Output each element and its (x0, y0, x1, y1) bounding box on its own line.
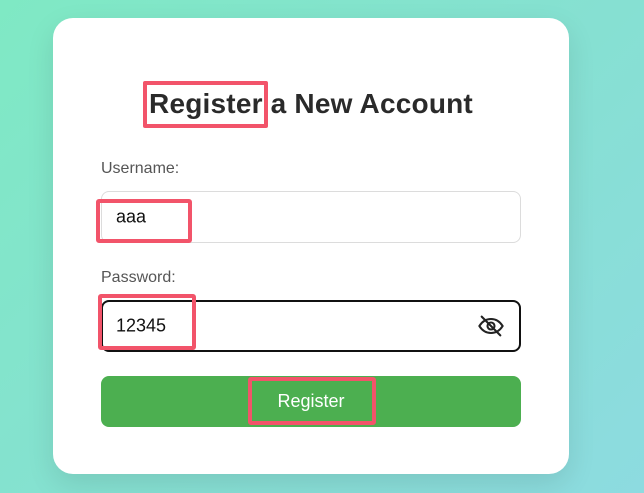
page-title: Register a New Account (53, 81, 569, 128)
username-value: aaa (116, 206, 147, 227)
register-button-label: Register (277, 391, 345, 411)
password-input[interactable]: 12345 (101, 300, 521, 352)
password-label: Password: (101, 269, 176, 286)
title-rest: a New Account (262, 88, 473, 119)
eye-off-icon[interactable] (477, 312, 505, 340)
register-card: Register a New Account Username: aaa Pas… (53, 18, 569, 474)
title-highlight: Register (143, 81, 268, 128)
username-input[interactable]: aaa (101, 191, 521, 243)
password-value: 12345 (116, 315, 167, 336)
register-button[interactable]: Register (101, 376, 521, 427)
username-label: Username: (101, 160, 180, 177)
